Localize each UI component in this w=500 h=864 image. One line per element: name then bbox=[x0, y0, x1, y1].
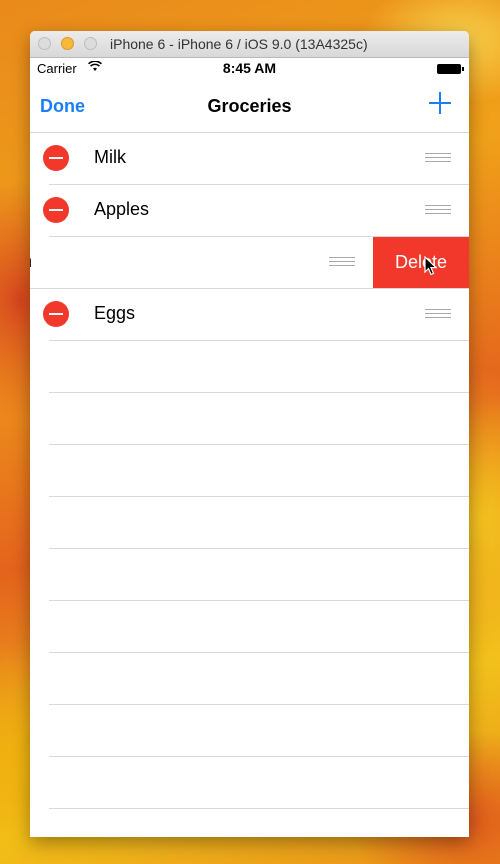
delete-control-icon[interactable] bbox=[43, 197, 69, 223]
reorder-grip-icon[interactable] bbox=[425, 153, 451, 163]
empty-row bbox=[49, 705, 469, 757]
status-time: 8:45 AM bbox=[222, 60, 277, 76]
reorder-grip-icon[interactable] bbox=[425, 205, 451, 215]
list-item[interactable]: Milk bbox=[43, 133, 469, 185]
delete-button[interactable]: Delete bbox=[373, 237, 469, 288]
page-title: Groceries bbox=[207, 96, 292, 116]
device-screen: Carrier 8:45 AM Done Groceries Milk Appl… bbox=[30, 58, 469, 837]
empty-row bbox=[49, 653, 469, 705]
zoom-window-button[interactable] bbox=[84, 37, 97, 50]
reorder-grip-icon[interactable] bbox=[425, 309, 451, 319]
item-label: Milk bbox=[94, 147, 126, 167]
list-item[interactable]: Apples bbox=[43, 185, 469, 237]
empty-row bbox=[49, 757, 469, 809]
battery-icon bbox=[437, 64, 464, 74]
plus-icon[interactable] bbox=[428, 91, 452, 115]
item-label: n bbox=[30, 251, 32, 272]
list-item-swiped[interactable]: n Delete bbox=[30, 237, 469, 289]
list-item[interactable]: Eggs bbox=[43, 289, 469, 341]
navigation-bar: Done Groceries bbox=[30, 80, 469, 133]
window-title: iPhone 6 - iPhone 6 / iOS 9.0 (13A4325c) bbox=[110, 36, 368, 52]
reorder-grip-icon[interactable] bbox=[329, 257, 355, 267]
close-window-button[interactable] bbox=[38, 37, 51, 50]
empty-row bbox=[49, 393, 469, 445]
empty-row bbox=[49, 341, 469, 393]
empty-row bbox=[49, 445, 469, 497]
simulator-window: iPhone 6 - iPhone 6 / iOS 9.0 (13A4325c)… bbox=[30, 31, 469, 837]
grocery-list: Milk Apples n Delete Eggs bbox=[30, 133, 469, 809]
status-bar: Carrier 8:45 AM bbox=[30, 58, 469, 80]
empty-row bbox=[49, 497, 469, 549]
item-label: Apples bbox=[94, 199, 150, 219]
window-titlebar: iPhone 6 - iPhone 6 / iOS 9.0 (13A4325c) bbox=[30, 31, 469, 58]
empty-row bbox=[49, 601, 469, 653]
delete-control-icon[interactable] bbox=[43, 145, 69, 171]
item-label: Eggs bbox=[94, 303, 136, 323]
delete-control-icon[interactable] bbox=[43, 301, 69, 327]
minimize-window-button[interactable] bbox=[61, 37, 74, 50]
empty-row bbox=[49, 549, 469, 601]
